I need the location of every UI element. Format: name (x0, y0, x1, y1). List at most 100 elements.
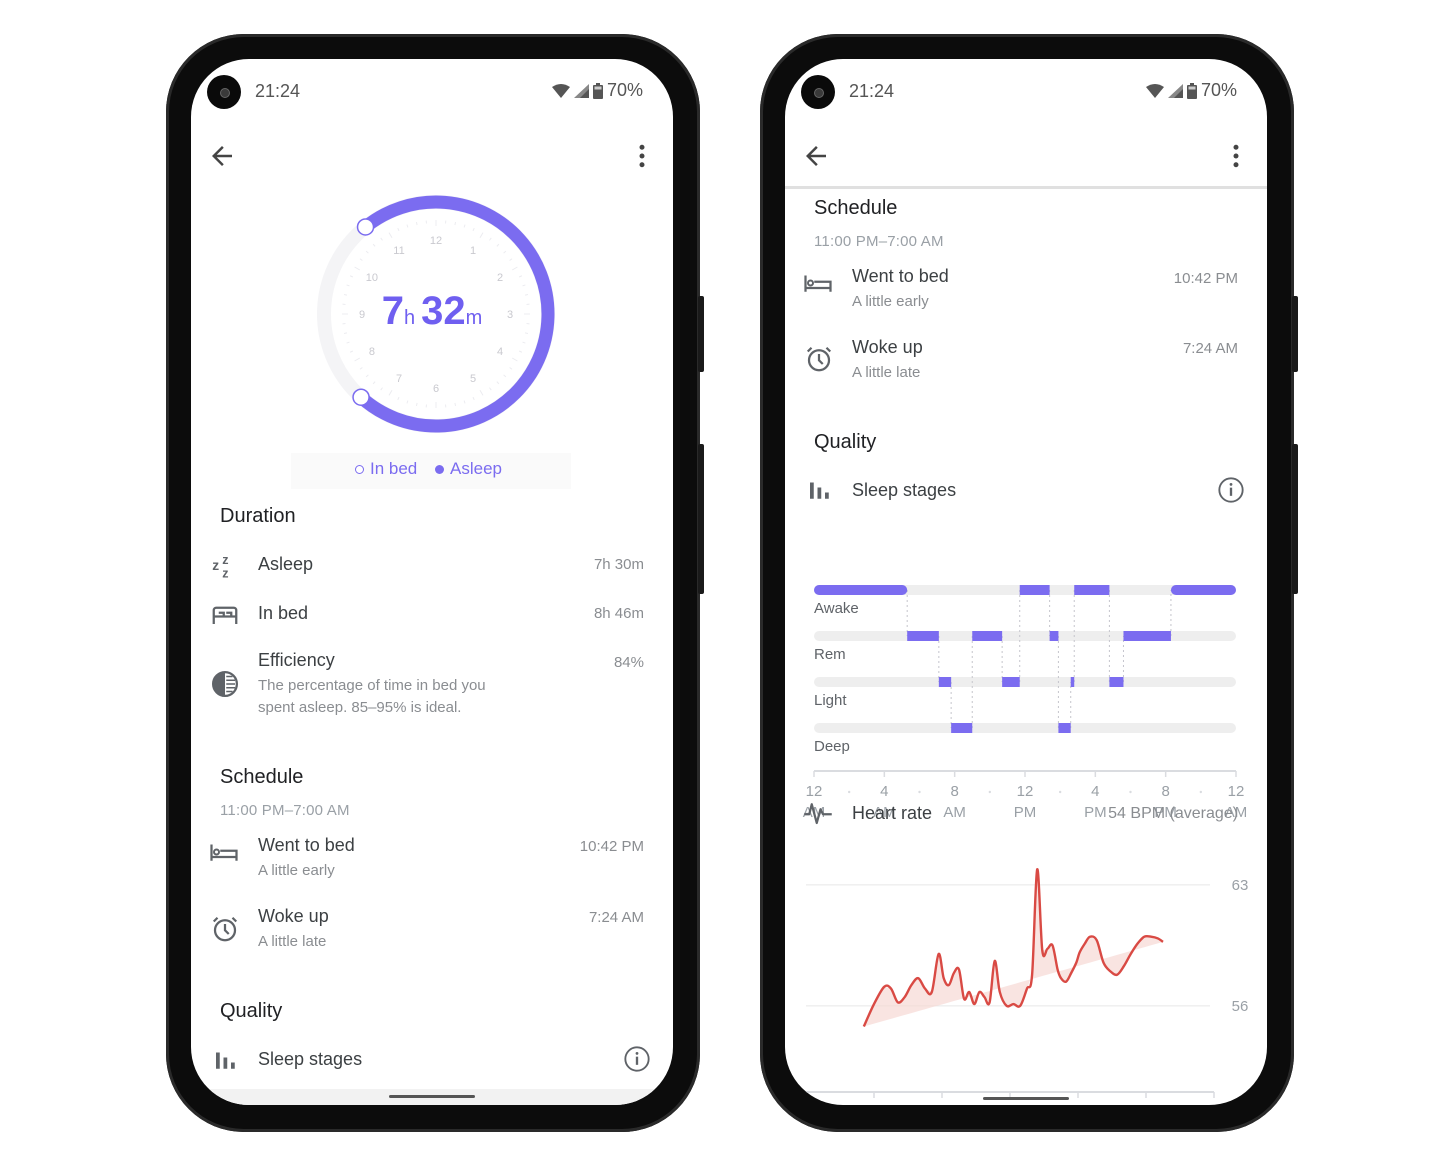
sleep-stages-chart (813, 585, 1237, 794)
stage-segment-deep (1058, 723, 1071, 733)
efficiency-icon (210, 669, 240, 699)
axis-label-hour: 12 (786, 1102, 826, 1105)
stages-axis-dot (918, 790, 921, 794)
went-to-bed-sub: A little early (258, 862, 335, 879)
stages-axis-label: 8 AM (935, 781, 975, 823)
axis-label-hour: 4 (1058, 1102, 1098, 1105)
stage-segment-awake (1019, 585, 1050, 595)
legend-in-bed: In bed (355, 459, 417, 479)
battery-icon (592, 82, 603, 99)
legend-asleep-marker (435, 464, 444, 474)
hours-value: 7 (381, 289, 404, 333)
dial-hour-label: 8 (369, 346, 375, 358)
went-to-bed-sub: A little early (852, 293, 929, 310)
stages-axis-label: 12 PM (1005, 781, 1045, 823)
more-vert-icon[interactable] (1221, 141, 1251, 171)
efficiency-description-line2: spent asleep. 85–95% is ideal. (258, 699, 462, 716)
dial-tick (454, 221, 457, 226)
app-bar (191, 127, 673, 187)
camera-cutout (801, 75, 835, 109)
hr-axis-label: 4PM (1058, 1102, 1098, 1105)
in-bed-label: In bed (258, 603, 309, 623)
stage-segment-rem (1123, 631, 1171, 641)
stages-axis-dot (1199, 790, 1203, 794)
asleep-label: Asleep (258, 554, 314, 574)
axis-label-hour: 12 (1227, 783, 1245, 800)
stage-segment-light (1109, 677, 1124, 687)
schedule-range: 11:00 PM–7:00 AM (220, 802, 350, 819)
axis-label-period: PM (1013, 804, 1037, 821)
phone-right: 21:24 70% Schedule 11:00 PM–7:00 AM Went… (760, 34, 1298, 1132)
battery-icon (1186, 82, 1197, 99)
hr-axis-label: 8AM (922, 1102, 962, 1105)
wifi-icon (551, 83, 570, 98)
app-bar (785, 127, 1267, 187)
axis-label-hour: 8 (1126, 1102, 1166, 1105)
stage-segment-rem (907, 631, 939, 641)
axis-label-hour: 4 (854, 1102, 894, 1105)
wifi-icon (1145, 83, 1164, 98)
stage-label-light: Light (814, 692, 847, 709)
quality-title: Quality (220, 1000, 283, 1022)
more-vert-icon[interactable] (627, 141, 657, 171)
alarm-clock-icon (210, 914, 240, 944)
status-time: 21:24 (255, 81, 301, 101)
sleep-stages-label: Sleep stages (852, 480, 957, 500)
arrow-back-icon[interactable] (207, 141, 237, 171)
stage-label-rem: Rem (814, 646, 846, 663)
dial-hour-label: 1 (470, 245, 476, 257)
alarm-clock-icon (804, 344, 834, 374)
stage-segment-awake (1074, 585, 1110, 595)
bed-icon (210, 599, 240, 629)
info-icon[interactable] (1217, 476, 1245, 504)
heart-rate-icon (803, 798, 833, 828)
axis-label-hour: 4 (880, 783, 889, 800)
hr-axis-label: 4AM (854, 1102, 894, 1105)
hr-gridline-label: 63 (1232, 877, 1249, 894)
stage-label-awake: Awake (814, 600, 859, 617)
dial-hour-label: 5 (470, 373, 476, 385)
efficiency-label: Efficiency (258, 650, 335, 670)
arrow-back-icon[interactable] (801, 141, 831, 171)
status-bar: 21:24 70% (191, 59, 673, 119)
info-icon[interactable] (623, 1045, 651, 1073)
svg-text:z: z (212, 558, 219, 573)
home-indicator[interactable] (389, 1095, 475, 1098)
stage-track-rem (814, 631, 1236, 641)
dial-legend (291, 453, 571, 489)
home-indicator[interactable] (983, 1097, 1069, 1100)
hr-axis-label: 12AM (786, 1102, 826, 1105)
minutes-unit: m (465, 307, 483, 329)
bedtime-handle (356, 218, 375, 236)
woke-up-value: 7:24 AM (588, 909, 644, 926)
minutes-value: 32 (421, 289, 466, 333)
battery-percent: 70% (1200, 80, 1237, 100)
signal-icon (573, 83, 589, 98)
power-button (698, 296, 704, 372)
legend-in-bed-label: In bed (370, 459, 418, 478)
efficiency-description-line1: The percentage of time in bed you (258, 677, 486, 694)
duration-readout: 7h 32m (191, 289, 673, 334)
heart-rate-label: Heart rate (852, 803, 933, 823)
dial-tick (415, 402, 418, 407)
went-to-bed-value: 10:42 PM (1173, 270, 1238, 287)
axis-label-hour: 8 (950, 783, 959, 800)
axis-label-hour: 8 (922, 1102, 962, 1105)
bar-chart-icon (805, 475, 835, 505)
sleep-stages-label: Sleep stages (258, 1049, 363, 1069)
dial-hour-label: 2 (497, 272, 503, 284)
axis-label-hour: 8 (1161, 783, 1170, 800)
signal-icon (1167, 83, 1183, 98)
dial-hour-label: 11 (393, 245, 404, 257)
hr-axis-label: 12PM (990, 1102, 1030, 1105)
zzz-icon: zzz (211, 550, 241, 580)
hr-axis-label: 12AM (1194, 1102, 1234, 1105)
schedule-title: Schedule (220, 766, 304, 788)
svg-text:z: z (222, 553, 228, 567)
legend-in-bed-marker (355, 464, 364, 474)
volume-button (1292, 444, 1298, 594)
dial-hour-label: 10 (366, 272, 378, 284)
stage-segment-awake (814, 585, 908, 595)
dial-hour-label: 6 (433, 383, 439, 395)
quality-title: Quality (814, 431, 877, 453)
